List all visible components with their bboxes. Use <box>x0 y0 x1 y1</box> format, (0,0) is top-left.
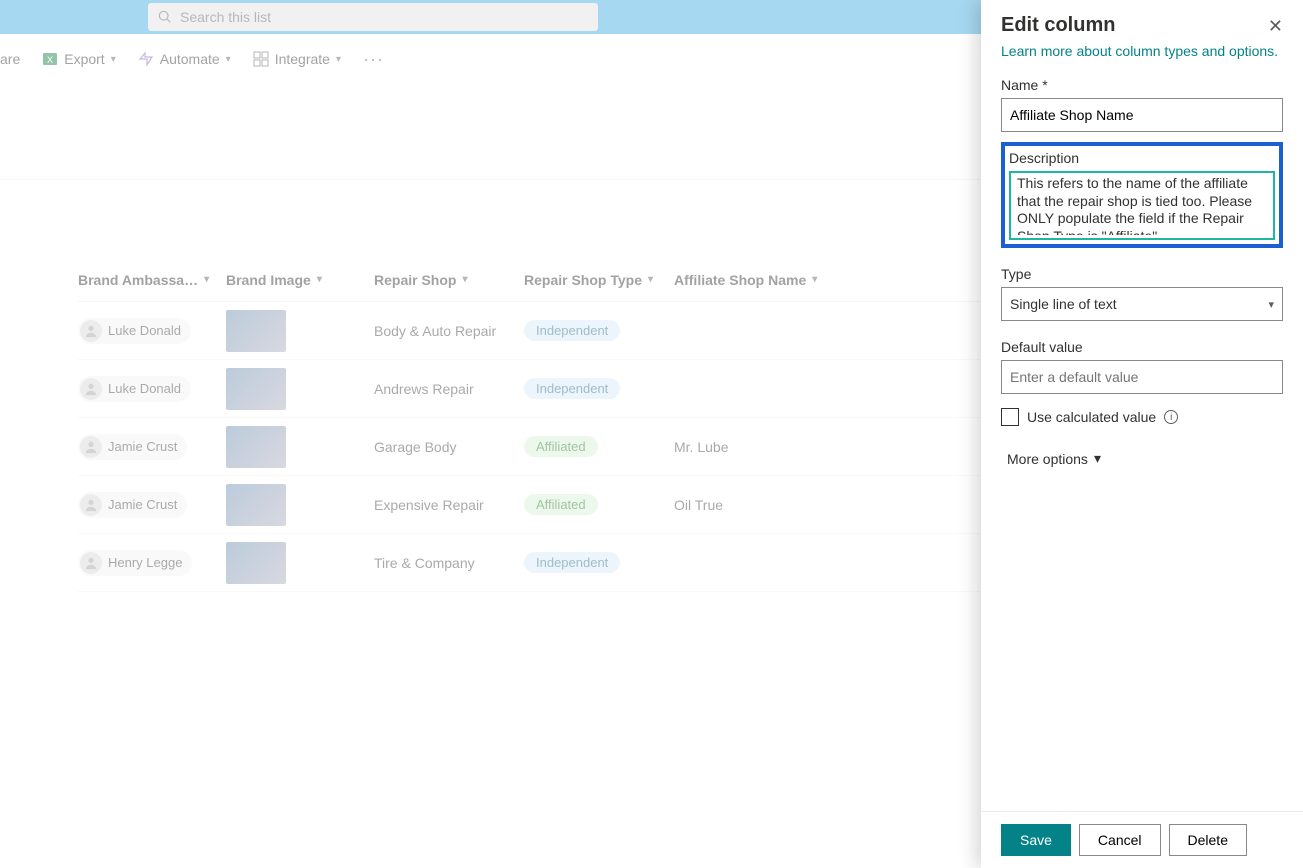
brand-image-thumbnail[interactable] <box>226 368 286 410</box>
integrate-button[interactable]: Integrate ▾ <box>253 51 341 67</box>
column-header-image[interactable]: Brand Image▾ <box>226 272 374 288</box>
person-chip[interactable]: Henry Legge <box>78 550 192 576</box>
chevron-down-icon: ▾ <box>336 54 341 65</box>
save-button[interactable]: Save <box>1001 824 1071 856</box>
chevron-down-icon: ▾ <box>317 274 322 285</box>
share-button[interactable]: are <box>0 51 20 67</box>
person-chip[interactable]: Jamie Crust <box>78 434 187 460</box>
person-name: Luke Donald <box>108 323 181 338</box>
calculated-value-label: Use calculated value <box>1027 409 1156 425</box>
description-textarea[interactable] <box>1011 173 1273 235</box>
type-value: Single line of text <box>1010 296 1117 312</box>
integrate-icon <box>253 51 269 67</box>
type-label: Type <box>1001 266 1283 282</box>
chevron-down-icon: ▾ <box>226 54 231 65</box>
default-value-input[interactable] <box>1001 360 1283 394</box>
repair-shop-cell: Tire & Company <box>374 555 475 571</box>
person-name: Jamie Crust <box>108 497 177 512</box>
integrate-label: Integrate <box>275 51 330 67</box>
chevron-down-icon: ▾ <box>812 274 817 285</box>
repair-shop-cell: Body & Auto Repair <box>374 323 496 339</box>
avatar <box>80 494 102 516</box>
person-name: Luke Donald <box>108 381 181 396</box>
brand-image-thumbnail[interactable] <box>226 310 286 352</box>
search-input[interactable]: Search this list <box>148 3 598 31</box>
description-label: Description <box>1009 150 1275 166</box>
shop-type-pill: Affiliated <box>524 436 598 457</box>
automate-label: Automate <box>160 51 220 67</box>
delete-button[interactable]: Delete <box>1169 824 1247 856</box>
search-icon <box>158 10 172 24</box>
shop-type-pill: Independent <box>524 552 620 573</box>
share-label: are <box>0 51 20 67</box>
repair-shop-cell: Garage Body <box>374 439 457 455</box>
brand-image-thumbnail[interactable] <box>226 542 286 584</box>
name-label: Name * <box>1001 77 1283 93</box>
edit-column-panel: Edit column ✕ Learn more about column ty… <box>981 0 1303 868</box>
learn-more-link[interactable]: Learn more about column types and option… <box>1001 43 1283 59</box>
column-header-type[interactable]: Repair Shop Type▾ <box>524 272 674 288</box>
avatar <box>80 552 102 574</box>
repair-shop-cell: Andrews Repair <box>374 381 474 397</box>
close-button[interactable]: ✕ <box>1268 17 1283 35</box>
more-options-toggle[interactable]: More options ▾ <box>1007 450 1283 467</box>
person-chip[interactable]: Luke Donald <box>78 318 191 344</box>
affiliate-name-cell: Oil True <box>674 497 723 513</box>
search-placeholder: Search this list <box>180 9 271 25</box>
chevron-down-icon: ▾ <box>462 274 467 285</box>
export-button[interactable]: X Export ▾ <box>42 51 116 67</box>
calculated-value-checkbox[interactable] <box>1001 408 1019 426</box>
panel-footer: Save Cancel Delete <box>981 811 1303 868</box>
shop-type-pill: Affiliated <box>524 494 598 515</box>
brand-image-thumbnail[interactable] <box>226 484 286 526</box>
avatar <box>80 378 102 400</box>
column-header-ambassador[interactable]: Brand Ambassa…▾ <box>78 272 226 288</box>
avatar <box>80 320 102 342</box>
shop-type-pill: Independent <box>524 320 620 341</box>
description-highlight: Description <box>1001 142 1283 248</box>
panel-title: Edit column <box>1001 14 1115 37</box>
person-chip[interactable]: Jamie Crust <box>78 492 187 518</box>
automate-button[interactable]: Automate ▾ <box>138 51 231 67</box>
chevron-down-icon: ▾ <box>111 54 116 65</box>
type-select[interactable]: Single line of text ▾ <box>1001 287 1283 321</box>
person-name: Henry Legge <box>108 555 182 570</box>
chevron-down-icon: ▾ <box>1094 450 1101 467</box>
person-name: Jamie Crust <box>108 439 177 454</box>
default-label: Default value <box>1001 339 1283 355</box>
info-icon[interactable]: i <box>1164 410 1178 424</box>
avatar <box>80 436 102 458</box>
more-actions-button[interactable]: ··· <box>363 49 384 70</box>
automate-icon <box>138 51 154 67</box>
export-label: Export <box>64 51 104 67</box>
column-header-affiliate[interactable]: Affiliate Shop Name▾ <box>674 272 874 288</box>
person-chip[interactable]: Luke Donald <box>78 376 191 402</box>
cancel-button[interactable]: Cancel <box>1079 824 1161 856</box>
chevron-down-icon: ▾ <box>204 274 209 285</box>
affiliate-name-cell: Mr. Lube <box>674 439 728 455</box>
chevron-down-icon: ▾ <box>1268 298 1274 311</box>
svg-text:X: X <box>47 55 53 65</box>
brand-image-thumbnail[interactable] <box>226 426 286 468</box>
column-header-shop[interactable]: Repair Shop▾ <box>374 272 524 288</box>
chevron-down-icon: ▾ <box>648 274 653 285</box>
shop-type-pill: Independent <box>524 378 620 399</box>
excel-icon: X <box>42 51 58 67</box>
name-input[interactable] <box>1001 98 1283 132</box>
repair-shop-cell: Expensive Repair <box>374 497 484 513</box>
